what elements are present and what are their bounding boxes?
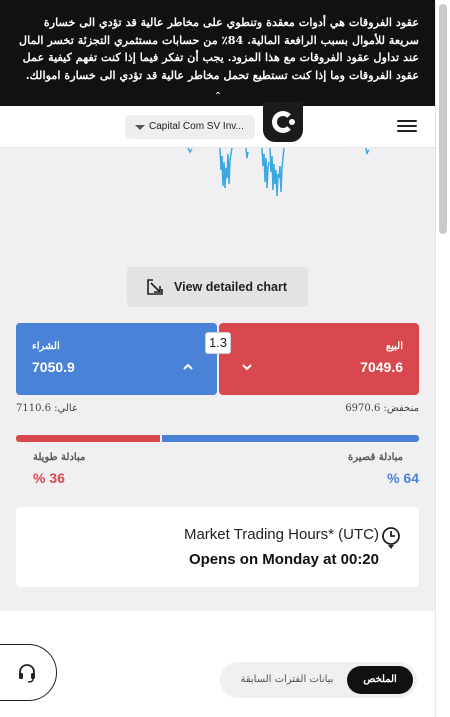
day-high: عالي: 7110.6 [16, 403, 78, 414]
short-swap-label: مبادلة قصيرة [348, 452, 403, 463]
capital-com-logo[interactable] [263, 102, 303, 142]
scrollbar-thumb[interactable] [439, 4, 447, 234]
market-open-status: Opens on Monday at 00:20 [188, 551, 379, 568]
account-selector[interactable]: Capital Com SV Inv... [125, 115, 255, 139]
buy-price: 7050.9 [32, 359, 75, 375]
hamburger-menu-icon[interactable] [397, 120, 417, 134]
tab-summary[interactable]: الملخص [347, 666, 413, 694]
long-swap-label: مبادلة طويلة [33, 452, 86, 463]
page-scrollbar[interactable] [435, 0, 450, 717]
market-hours-card[interactable]: Market Trading Hours* (UTC) Opens on Mon… [16, 507, 419, 587]
top-header: Capital Com SV Inv... [0, 102, 435, 148]
sell-price: 7049.6 [360, 359, 403, 375]
headset-icon [19, 664, 35, 683]
main-content: عقود الفروقات هي أدوات معقدة وتنطوي على … [0, 0, 435, 717]
short-percent: % 64 [387, 470, 419, 486]
price-line-chart [187, 147, 370, 197]
clock-icon [382, 527, 400, 549]
risk-warning-text: عقود الفروقات هي أدوات معقدة وتنطوي على … [18, 15, 419, 82]
tabs-switcher: الملخص بيانات الفترات السابقة [220, 662, 417, 698]
logo-dot [289, 119, 295, 125]
sell-label: البيع [385, 341, 403, 352]
day-low: منخفض: 6970.6 [345, 403, 419, 414]
long-percent: % 36 [33, 470, 65, 486]
buy-button[interactable]: الشراء 7050.9 [16, 323, 217, 395]
bottom-section: الملخص بيانات الفترات السابقة [0, 611, 435, 717]
tab-historical-data[interactable]: بيانات الفترات السابقة [228, 666, 346, 694]
price-chart-fragment [150, 147, 410, 200]
chevron-up-icon [183, 363, 193, 370]
expand-arrow-icon [147, 279, 163, 295]
double-chevron-up-icon: ⌃ [213, 91, 223, 102]
support-button[interactable] [0, 644, 57, 701]
caret-down-icon [135, 125, 145, 130]
sell-button[interactable]: البيع 7049.6 [219, 323, 419, 395]
sentiment-ratio-bar [16, 435, 419, 442]
long-sentiment-fill [16, 435, 160, 442]
view-detailed-chart-label: View detailed chart [174, 280, 288, 294]
buy-label: الشراء [32, 341, 60, 352]
market-hours-title: Market Trading Hours* (UTC) [183, 526, 379, 543]
chevron-down-icon [242, 364, 252, 371]
spread-badge: 1.3 [205, 332, 231, 354]
view-detailed-chart-button[interactable]: View detailed chart [127, 267, 308, 307]
account-selector-label: Capital Com SV Inv... [149, 121, 244, 132]
short-sentiment-fill [162, 435, 419, 442]
